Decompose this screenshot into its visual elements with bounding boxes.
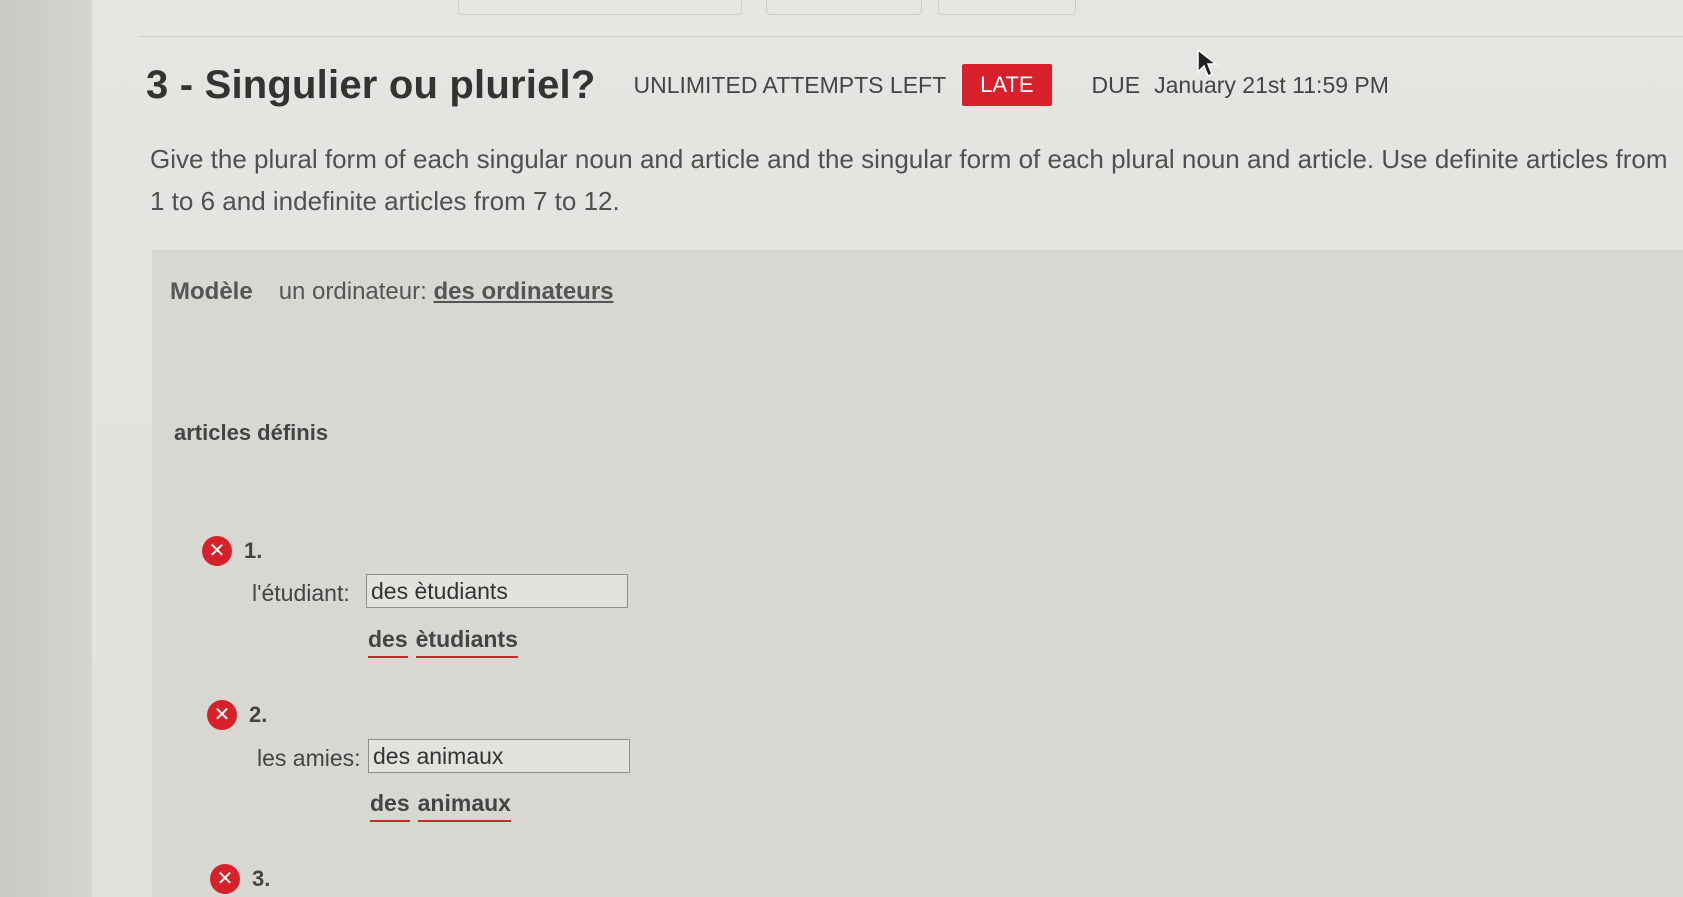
- attempts-left: UNLIMITED ATTEMPTS LEFT: [633, 71, 947, 98]
- due-date: DUE January 21st 11:59 PM: [1092, 72, 1389, 99]
- late-badge: LATE: [962, 64, 1052, 106]
- question-prompt: l'étudiant:: [252, 580, 350, 606]
- page-title: 3 - Singulier ou pluriel?: [146, 62, 596, 107]
- model-answer: des ordinateurs: [433, 278, 614, 305]
- correct-answer: des ètudiants: [368, 626, 526, 658]
- section-title: articles définis: [174, 420, 329, 445]
- correct-word: des: [368, 626, 408, 658]
- x-circle-icon: ✕: [207, 700, 237, 730]
- question-prompt: les amies:: [257, 745, 361, 771]
- background-left: [0, 0, 92, 897]
- instructions-text: Give the plural form of each singular no…: [150, 144, 1668, 216]
- question-number: 3.: [252, 866, 271, 891]
- question-number: 1.: [244, 538, 263, 563]
- top-tab[interactable]: [458, 0, 742, 15]
- answer-input[interactable]: [368, 739, 630, 773]
- correct-word: des: [370, 790, 410, 822]
- correct-answer: des animaux: [370, 790, 519, 822]
- x-circle-icon: ✕: [210, 864, 240, 894]
- answer-input[interactable]: [366, 574, 628, 608]
- correct-word: animaux: [417, 790, 511, 822]
- correct-word: ètudiants: [415, 626, 518, 658]
- due-label: DUE: [1091, 71, 1141, 98]
- model-prompt: un ordinateur:: [278, 278, 427, 305]
- question-number: 2.: [249, 702, 268, 727]
- mouse-pointer-icon: [1197, 48, 1218, 78]
- x-circle-icon: ✕: [202, 536, 232, 566]
- model-example: Modèle un ordinateur: des ordinateurs: [170, 278, 614, 306]
- divider: [140, 36, 1683, 37]
- top-tab[interactable]: [766, 0, 922, 15]
- model-label: Modèle: [170, 278, 253, 305]
- top-tab[interactable]: [938, 0, 1076, 15]
- due-date-value: January 21st 11:59 PM: [1154, 71, 1389, 98]
